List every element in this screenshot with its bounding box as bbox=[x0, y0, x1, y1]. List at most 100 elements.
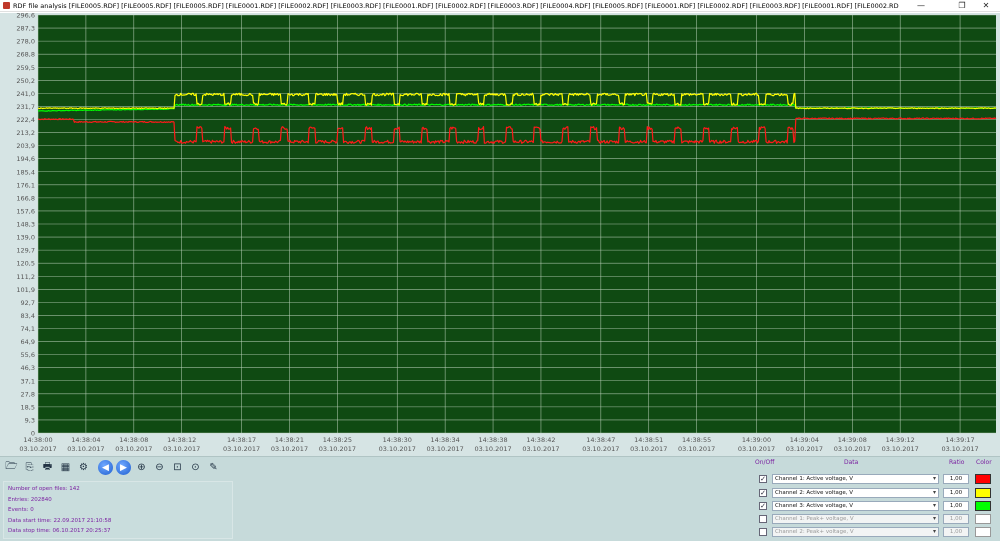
channel-color-swatch[interactable] bbox=[975, 474, 991, 484]
y-tick-label: 64,9 bbox=[21, 338, 35, 346]
color-header: Color bbox=[976, 459, 992, 466]
channel-checkbox[interactable]: ✓ bbox=[759, 489, 767, 497]
y-tick-label: 176,1 bbox=[16, 181, 35, 189]
channel-data-select[interactable]: Channel 3: Active voltage, V ▾ bbox=[772, 501, 939, 511]
x-tick-time: 14:38:34 bbox=[431, 436, 460, 444]
channel-panel: On/Off Data Ratio Color ✓ Channel 1: Acti… bbox=[752, 457, 1000, 542]
channel-data-select[interactable]: Channel 1: Active voltage, V ▾ bbox=[772, 474, 939, 484]
zoom-out-icon[interactable]: ⊖ bbox=[152, 460, 167, 475]
y-tick-label: 92,7 bbox=[21, 299, 35, 307]
x-tick-time: 14:39:17 bbox=[945, 436, 974, 444]
y-tick-label: 185,4 bbox=[16, 168, 35, 176]
voltage-chart[interactable]: 296,6 287,3 278,0 268,8 259,5 250,2 241,0 231,7… bbox=[0, 13, 1000, 456]
channel-color-swatch[interactable] bbox=[975, 514, 991, 524]
data-start-time: Data start time: 22.09.2017 21:10:58 bbox=[8, 517, 112, 524]
chevron-down-icon: ▾ bbox=[932, 528, 936, 535]
channel-checkbox[interactable]: ✓ bbox=[759, 502, 767, 510]
open-files-count: Number of open files: 142 bbox=[8, 486, 80, 492]
y-tick-label: 55,6 bbox=[21, 351, 35, 359]
x-tick-time: 14:39:00 bbox=[742, 436, 771, 444]
x-tick-date: 03.10.2017 bbox=[19, 445, 56, 453]
channel-data-label: Channel 2: Active voltage, V bbox=[775, 490, 853, 496]
x-tick-date: 03.10.2017 bbox=[319, 445, 356, 453]
x-tick-time: 14:38:55 bbox=[682, 436, 711, 444]
y-tick-label: 111,2 bbox=[16, 273, 35, 281]
export-icon[interactable]: ⎘ bbox=[22, 460, 37, 475]
y-tick-label: 213,2 bbox=[16, 129, 35, 137]
settings-icon[interactable]: ⚙ bbox=[76, 460, 91, 475]
channel-checkbox[interactable] bbox=[759, 515, 767, 523]
x-tick-date: 03.10.2017 bbox=[522, 445, 559, 453]
channel-ratio-input[interactable]: 1,00 bbox=[943, 527, 969, 537]
y-tick-label: 9,3 bbox=[25, 416, 35, 424]
y-tick-label: 139,0 bbox=[16, 234, 35, 242]
y-tick-label: 203,9 bbox=[16, 142, 35, 150]
title-bar: RDF file analysis [FILE0005.RDF] [FILE00… bbox=[0, 0, 1000, 12]
bottom-panel: 🗁 ⎘ 🖶 ▦ ⚙ ◀ ▶ ⊕ ⊖ ⊡ ⊙ ✎ Number of open files: 142 E… bbox=[0, 456, 1000, 541]
channel-ratio-input[interactable]: 1,00 bbox=[943, 488, 969, 498]
x-tick-date: 03.10.2017 bbox=[163, 445, 200, 453]
channel-checkbox[interactable] bbox=[759, 528, 767, 536]
x-tick-time: 14:38:47 bbox=[586, 436, 615, 444]
y-tick-label: 46,3 bbox=[21, 364, 35, 372]
x-tick-date: 03.10.2017 bbox=[941, 445, 978, 453]
y-tick-label: 278,0 bbox=[16, 38, 35, 46]
back-icon[interactable]: ◀ bbox=[98, 460, 113, 475]
channel-data-select[interactable]: Channel 2: Active voltage, V ▾ bbox=[772, 488, 939, 498]
measure-icon[interactable]: ✎ bbox=[206, 460, 221, 475]
channel-data-select[interactable]: Channel 2: Peak+ voltage, V ▾ bbox=[772, 527, 939, 537]
y-tick-label: 287,3 bbox=[16, 25, 35, 33]
x-tick-date: 03.10.2017 bbox=[427, 445, 464, 453]
y-tick-label: 74,1 bbox=[21, 325, 35, 333]
x-tick-date: 03.10.2017 bbox=[582, 445, 619, 453]
maximize-button[interactable]: ❐ bbox=[951, 0, 973, 12]
x-tick-time: 14:38:12 bbox=[167, 436, 196, 444]
channel-row: ✓ Channel 3: Active voltage, V ▾ 1,00 bbox=[752, 501, 1000, 512]
x-tick-time: 14:38:30 bbox=[383, 436, 412, 444]
print-icon[interactable]: 🖶 bbox=[40, 460, 55, 475]
y-tick-label: 27,8 bbox=[21, 390, 35, 398]
x-tick-date: 03.10.2017 bbox=[67, 445, 104, 453]
chart-panel[interactable]: 296,6 287,3 278,0 268,8 259,5 250,2 241,0 231,7… bbox=[0, 13, 1000, 456]
y-tick-label: 296,6 bbox=[16, 13, 35, 20]
zoom-region-icon[interactable]: ⊡ bbox=[170, 460, 185, 475]
x-tick-date: 03.10.2017 bbox=[786, 445, 823, 453]
data-stop-time: Data stop time: 06.10.2017 20:25:37 bbox=[8, 528, 111, 534]
zoom-fit-icon[interactable]: ⊙ bbox=[188, 460, 203, 475]
y-tick-label: 37,1 bbox=[21, 377, 35, 385]
forward-icon[interactable]: ▶ bbox=[116, 460, 131, 475]
channel-data-select[interactable]: Channel 1: Peak+ voltage, V ▾ bbox=[772, 514, 939, 524]
app-icon bbox=[3, 2, 10, 9]
channel-row: Channel 1: Peak+ voltage, V ▾ 1,00 bbox=[752, 514, 1000, 525]
x-tick-time: 14:38:38 bbox=[478, 436, 507, 444]
chevron-down-icon: ▾ bbox=[932, 475, 936, 482]
open-file-icon[interactable]: 🗁 bbox=[4, 460, 19, 475]
x-tick-time: 14:38:00 bbox=[23, 436, 52, 444]
x-tick-time: 14:39:04 bbox=[790, 436, 819, 444]
x-tick-time: 14:38:21 bbox=[275, 436, 304, 444]
x-tick-time: 14:39:12 bbox=[886, 436, 915, 444]
y-tick-label: 231,7 bbox=[16, 103, 35, 111]
x-tick-time: 14:38:42 bbox=[526, 436, 555, 444]
channel-ratio-input[interactable]: 1,00 bbox=[943, 474, 969, 484]
channel-ratio-input[interactable]: 1,00 bbox=[943, 514, 969, 524]
x-tick-date: 03.10.2017 bbox=[630, 445, 667, 453]
x-tick-date: 03.10.2017 bbox=[738, 445, 775, 453]
image-icon[interactable]: ▦ bbox=[58, 460, 73, 475]
chevron-down-icon: ▾ bbox=[932, 489, 936, 496]
y-tick-label: 101,9 bbox=[16, 286, 35, 294]
x-tick-date: 03.10.2017 bbox=[474, 445, 511, 453]
x-tick-time: 14:38:04 bbox=[71, 436, 100, 444]
channel-color-swatch[interactable] bbox=[975, 527, 991, 537]
minimize-button[interactable]: — bbox=[910, 0, 932, 12]
y-tick-label: 18,5 bbox=[21, 403, 35, 411]
close-button[interactable]: ✕ bbox=[975, 0, 997, 12]
y-tick-label: 241,0 bbox=[16, 90, 35, 98]
x-tick-date: 03.10.2017 bbox=[115, 445, 152, 453]
zoom-in-icon[interactable]: ⊕ bbox=[134, 460, 149, 475]
channel-color-swatch[interactable] bbox=[975, 488, 991, 498]
channel-checkbox[interactable]: ✓ bbox=[759, 475, 767, 483]
channel-ratio-input[interactable]: 1,00 bbox=[943, 501, 969, 511]
y-tick-label: 148,3 bbox=[16, 221, 35, 229]
channel-color-swatch[interactable] bbox=[975, 501, 991, 511]
